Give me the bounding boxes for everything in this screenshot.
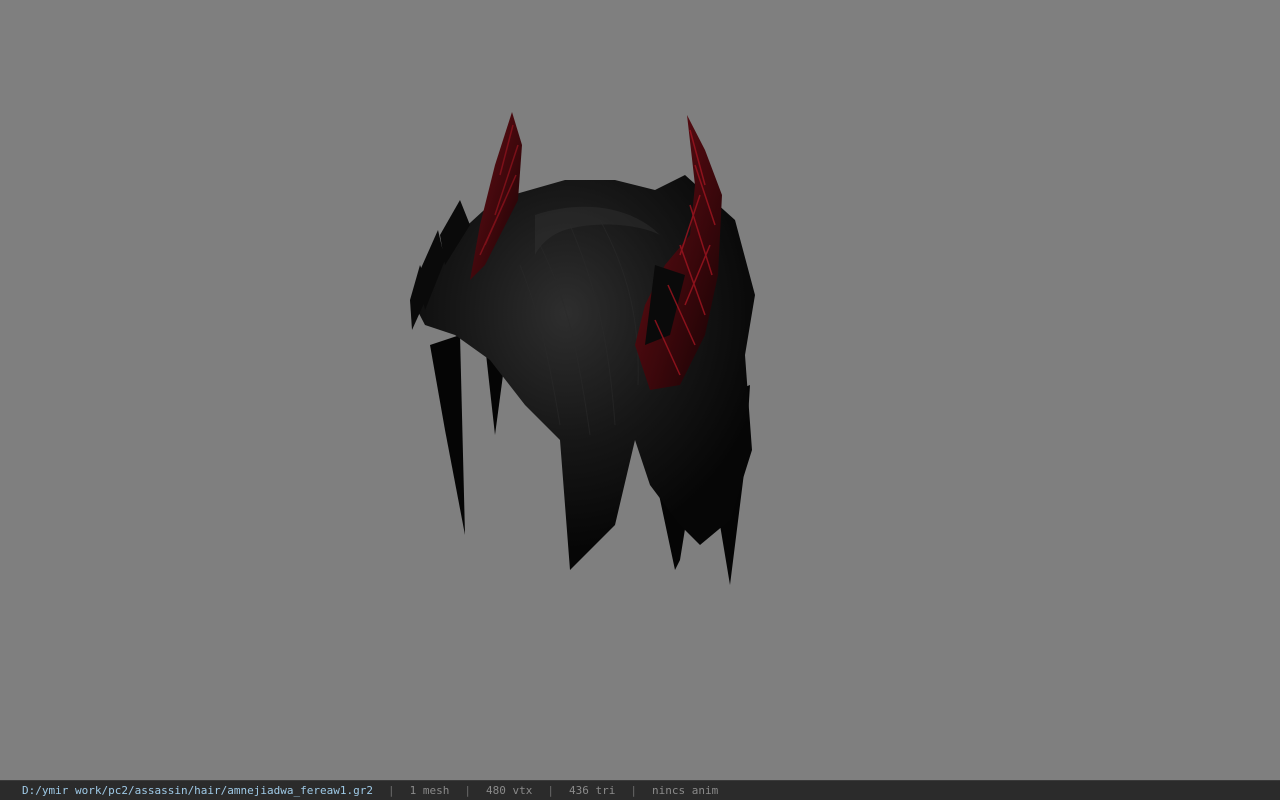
vertex-count: 480 vtx (486, 784, 533, 797)
status-bar: D:/ymir work/pc2/assassin/hair/amnejiadw… (0, 780, 1280, 800)
separator: | (464, 784, 471, 797)
animation-status: nincs anim (651, 784, 719, 797)
separator: | (547, 784, 554, 797)
3d-viewport[interactable] (0, 0, 1280, 780)
hair-model[interactable] (400, 105, 770, 590)
mesh-count: 1 mesh (409, 784, 450, 797)
separator: | (630, 784, 637, 797)
separator: | (388, 784, 395, 797)
triangle-count: 436 tri (568, 784, 616, 797)
file-path: D:/ymir work/pc2/assassin/hair/amnejiadw… (22, 784, 373, 797)
